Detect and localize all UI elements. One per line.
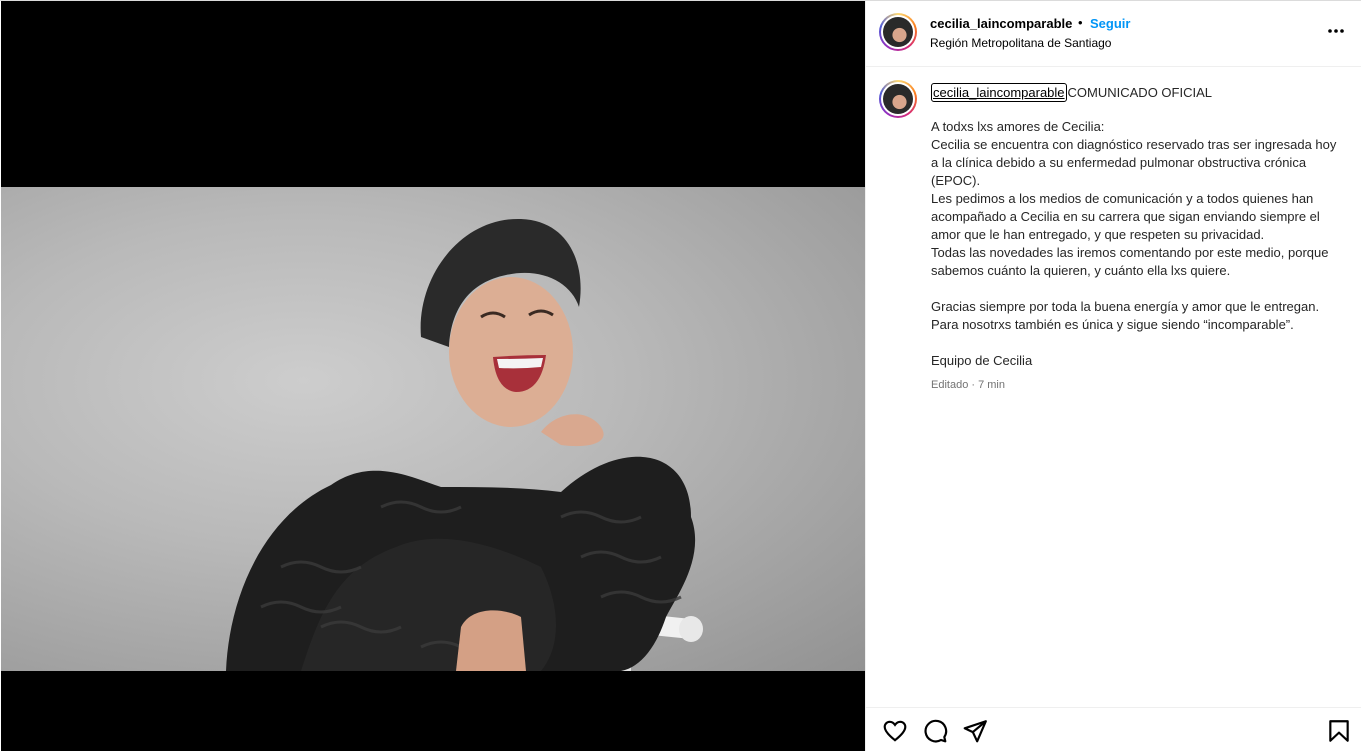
post-header: cecilia_laincomparable • Seguir Región M… xyxy=(866,1,1361,67)
caption-body: cecilia_laincomparable COMUNICADO OFICIAL… xyxy=(931,83,1341,394)
profile-avatar[interactable] xyxy=(879,13,917,51)
action-bar xyxy=(866,707,1361,751)
username-link[interactable]: cecilia_laincomparable xyxy=(930,16,1072,31)
post-side-panel: cecilia_laincomparable • Seguir Región M… xyxy=(865,1,1361,751)
location-link[interactable]: Región Metropolitana de Santiago xyxy=(930,36,1111,50)
share-icon[interactable] xyxy=(962,718,988,744)
comment-icon[interactable] xyxy=(922,718,948,744)
bookmark-icon[interactable] xyxy=(1326,718,1352,744)
post-photo[interactable] xyxy=(1,187,865,671)
caption-username-link[interactable]: cecilia_laincomparable xyxy=(931,83,1067,102)
post-media[interactable] xyxy=(1,1,865,751)
photo-illustration xyxy=(226,218,703,671)
more-horizontal-icon[interactable] xyxy=(1326,21,1346,41)
heart-icon[interactable] xyxy=(882,718,908,744)
separator-dot: • xyxy=(1078,15,1083,30)
post-timestamp: Editado · 7 min xyxy=(931,379,1005,391)
caption-avatar[interactable] xyxy=(879,80,917,118)
follow-button[interactable]: Seguir xyxy=(1090,16,1130,31)
caption-text: A todxs lxs amores de Cecilia: Cecilia s… xyxy=(931,119,1337,368)
caption-title: COMUNICADO OFICIAL xyxy=(1067,85,1212,100)
